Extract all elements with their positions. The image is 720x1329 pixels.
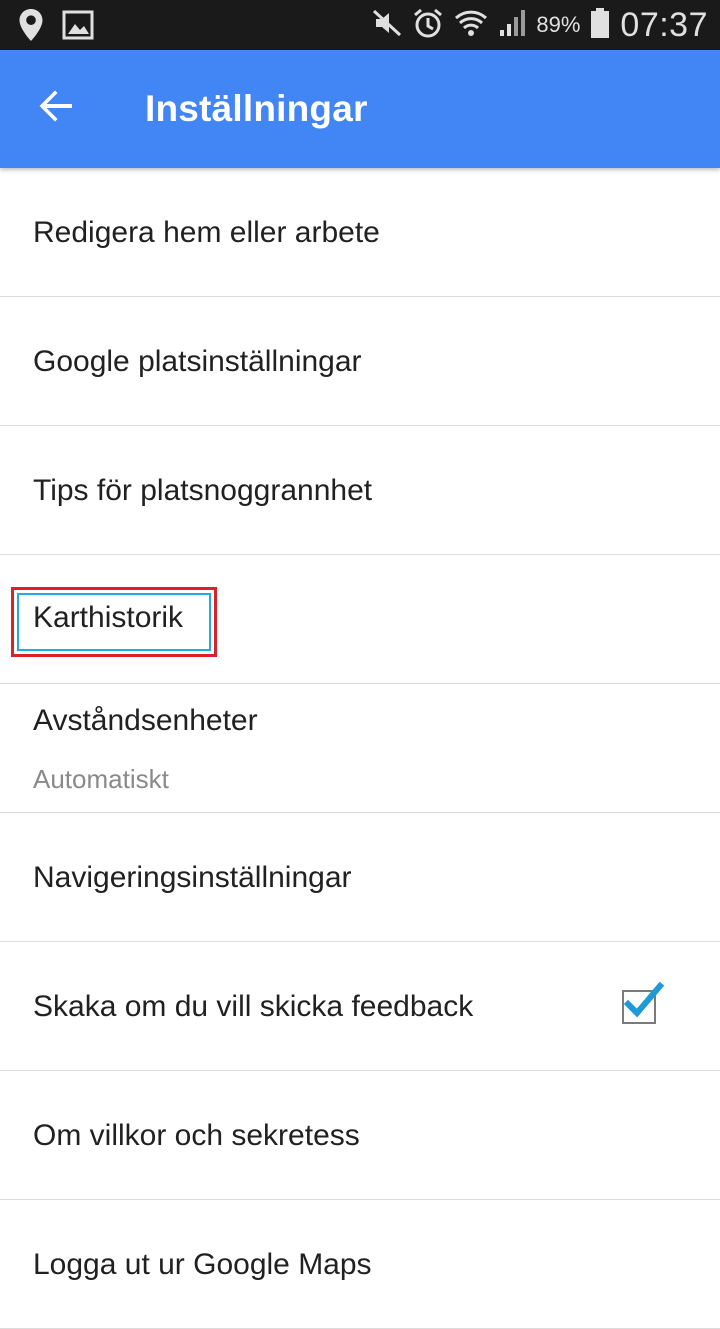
setting-label: Logga ut ur Google Maps (33, 1248, 372, 1281)
clock: 07:37 (620, 5, 708, 44)
battery-icon (590, 7, 610, 44)
setting-navigation[interactable]: Navigeringsinställningar (0, 813, 720, 942)
setting-shake-feedback[interactable]: Skaka om du vill skicka feedback (0, 942, 720, 1071)
wifi-icon (454, 8, 488, 43)
alarm-icon (412, 7, 444, 44)
shake-feedback-checkbox[interactable] (622, 981, 665, 1024)
setting-label: Redigera hem eller arbete (33, 216, 380, 249)
setting-label: Avståndsenheter (33, 704, 258, 737)
status-bar: 89% 07:37 (0, 0, 720, 50)
app-bar: Inställningar (0, 50, 720, 168)
setting-label: Navigeringsinställningar (33, 861, 352, 894)
page-title: Inställningar (145, 88, 368, 129)
setting-label: Tips för platsnoggrannhet (33, 474, 373, 507)
signal-icon (498, 8, 526, 43)
setting-terms-privacy[interactable]: Om villkor och sekretess (0, 1071, 720, 1200)
setting-label: Skaka om du vill skicka feedback (33, 990, 474, 1023)
setting-sign-out[interactable]: Logga ut ur Google Maps (0, 1200, 720, 1329)
setting-google-location[interactable]: Google platsinställningar (0, 297, 720, 426)
setting-map-history[interactable]: Karthistorik (0, 555, 720, 684)
setting-sublabel: Automatiskt (33, 764, 169, 794)
settings-list: Redigera hem eller arbete Google platsin… (0, 168, 720, 1329)
checkmark-icon (623, 981, 665, 1018)
arrow-back-icon (38, 88, 74, 129)
mute-icon (372, 8, 402, 43)
setting-edit-home-work[interactable]: Redigera hem eller arbete (0, 168, 720, 297)
setting-label: Karthistorik (33, 601, 184, 634)
setting-label: Google platsinställningar (33, 345, 362, 378)
image-icon (62, 10, 94, 45)
location-icon (18, 8, 44, 47)
setting-distance-units[interactable]: Avståndsenheter Automatiskt (0, 684, 720, 813)
battery-percent: 89% (536, 12, 581, 37)
back-button[interactable] (28, 80, 84, 136)
setting-label: Om villkor och sekretess (33, 1119, 360, 1152)
setting-location-accuracy-tips[interactable]: Tips för platsnoggrannhet (0, 426, 720, 555)
